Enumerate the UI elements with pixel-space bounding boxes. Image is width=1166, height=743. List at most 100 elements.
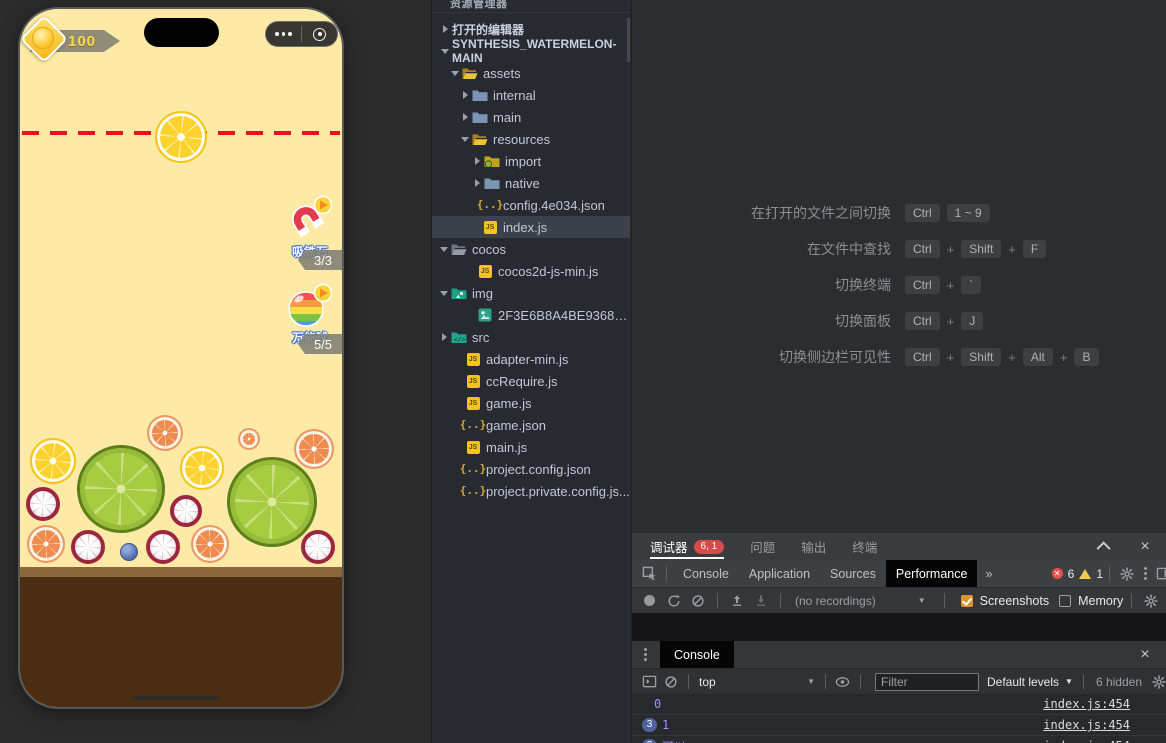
shortcut-keys: Ctrl+J xyxy=(905,312,1099,330)
devtools-settings-button[interactable] xyxy=(1116,563,1138,585)
tree-item-game-json[interactable]: {..}game.json xyxy=(432,414,630,436)
tree-item-index-js[interactable]: JSindex.js xyxy=(432,216,630,238)
tree-item-src[interactable]: </>src xyxy=(432,326,630,348)
tree-item-cocos2d-js-min-js[interactable]: JScocos2d-js-min.js xyxy=(432,260,630,282)
tree-item-label: import xyxy=(505,154,541,169)
plus-separator: + xyxy=(947,350,955,365)
explorer-title: 资源管理器 xyxy=(432,0,630,13)
workspace-root-section[interactable]: SYNTHESIS_WATERMELON-MAIN xyxy=(432,40,630,62)
reload-and-record-button[interactable] xyxy=(663,590,685,612)
capsule-menu-button[interactable] xyxy=(266,22,301,46)
devtools-tab-problems[interactable]: 问题 xyxy=(750,533,775,560)
tree-item-ccrequire-js[interactable]: JSccRequire.js xyxy=(432,370,630,392)
tree-item-main[interactable]: main xyxy=(432,106,630,128)
screenshots-checkbox[interactable] xyxy=(961,595,973,607)
tree-item-label: 2F3E6B8A4BE936870... xyxy=(498,308,630,323)
memory-checkbox[interactable] xyxy=(1059,595,1071,607)
live-expression-button[interactable] xyxy=(832,671,854,693)
close-panel-button[interactable]: × xyxy=(1134,536,1156,558)
drawer-menu-button[interactable] xyxy=(638,644,652,666)
fruit-orange xyxy=(294,429,334,469)
fruit-orange xyxy=(147,415,183,451)
tab-label: 调试器 xyxy=(650,537,688,556)
close-drawer-button[interactable]: × xyxy=(1134,644,1156,666)
clear-recordings-button[interactable] xyxy=(687,590,709,612)
tree-item-label: index.js xyxy=(503,220,547,235)
devtools-menu-button[interactable] xyxy=(1138,563,1152,585)
tree-item-assets[interactable]: assets xyxy=(432,62,630,84)
devtools-tab-output[interactable]: 输出 xyxy=(801,533,826,560)
explorer-scrollbar[interactable] xyxy=(627,18,630,62)
tree-item-internal[interactable]: internal xyxy=(432,84,630,106)
log-levels-select[interactable]: Default levels ▼ xyxy=(987,675,1073,689)
source-location-link[interactable]: index.js:454 xyxy=(1043,718,1130,732)
folder-blue-icon xyxy=(472,110,488,124)
chevron-right-icon xyxy=(438,331,451,343)
hidden-messages-count[interactable]: 6 hidden xyxy=(1096,675,1142,689)
key-chip: Ctrl xyxy=(905,348,940,366)
tree-item-import[interactable]: import xyxy=(432,150,630,172)
tree-item-main-js[interactable]: JSmain.js xyxy=(432,436,630,458)
save-profile-button[interactable] xyxy=(750,590,772,612)
clear-console-button[interactable] xyxy=(660,671,682,693)
console-settings-button[interactable] xyxy=(1148,671,1166,693)
tree-item-game-js[interactable]: JSgame.js xyxy=(432,392,630,414)
panel-tab-console[interactable]: Console xyxy=(673,560,739,587)
chevron-right-icon xyxy=(471,155,484,167)
tree-item-project-config-json[interactable]: {..}project.config.json xyxy=(432,458,630,480)
magnet-icon xyxy=(287,195,333,245)
dock-side-button[interactable] xyxy=(1152,563,1166,585)
tree-item-config-4e034-json[interactable]: {..}config.4e034.json xyxy=(432,194,630,216)
screenshots-label: Screenshots xyxy=(980,594,1049,608)
tree-item-project-private-config-js-[interactable]: {..}project.private.config.js... xyxy=(432,480,630,502)
source-location-link[interactable]: index.js:454 xyxy=(1043,697,1130,711)
key-chip: 1 ~ 9 xyxy=(947,204,990,222)
levels-value: Default levels xyxy=(987,675,1059,689)
magnet-count-text: 3/3 xyxy=(314,253,332,268)
console-drawer-tab[interactable]: Console xyxy=(660,641,734,668)
panel-tab-application[interactable]: Application xyxy=(739,560,820,587)
collapse-panel-button[interactable] xyxy=(1094,536,1116,558)
tree-item-cocos[interactable]: cocos xyxy=(432,238,630,260)
fruit-lime xyxy=(77,445,165,533)
console-filter-input[interactable] xyxy=(875,673,979,691)
imgfile-icon xyxy=(477,308,493,322)
error-icon[interactable]: ✕ xyxy=(1052,568,1063,579)
tree-item-native[interactable]: native xyxy=(432,172,630,194)
error-count[interactable]: 6 xyxy=(1068,567,1075,581)
plus-separator: + xyxy=(947,278,955,293)
warning-count[interactable]: 1 xyxy=(1096,567,1103,581)
tree-item-label: main xyxy=(493,110,521,125)
tree-item-img[interactable]: img xyxy=(432,282,630,304)
inspect-element-button[interactable] xyxy=(638,563,660,585)
devtools-tab-terminal[interactable]: 终端 xyxy=(852,533,877,560)
console-sidebar-button[interactable] xyxy=(638,671,660,693)
tree-item-label: internal xyxy=(493,88,536,103)
shortcut-keys: Ctrl+Shift+Alt+B xyxy=(905,348,1099,366)
load-profile-button[interactable] xyxy=(726,590,748,612)
more-panels-button[interactable]: » xyxy=(977,567,1000,581)
devtools-tab-debugger[interactable]: 调试器 6, 1 xyxy=(650,533,724,560)
panel-tab-sources[interactable]: Sources xyxy=(820,560,886,587)
capsule-close-button[interactable] xyxy=(302,22,337,46)
chevron-right-icon xyxy=(459,111,472,123)
perf-settings-button[interactable] xyxy=(1140,590,1162,612)
warning-icon[interactable] xyxy=(1079,569,1091,579)
exit-target-icon xyxy=(313,28,326,41)
key-chip: Shift xyxy=(961,240,1001,258)
context-select[interactable]: top ▼ xyxy=(699,675,815,689)
record-button[interactable] xyxy=(644,595,655,606)
tree-item-adapter-min-js[interactable]: JSadapter-min.js xyxy=(432,348,630,370)
panel-tab-performance[interactable]: Performance xyxy=(886,560,978,587)
upload-icon xyxy=(730,594,744,608)
dock-side-icon xyxy=(1156,566,1166,581)
error-warning-badge: 6, 1 xyxy=(694,540,725,554)
divider xyxy=(860,674,861,689)
tree-item-resources[interactable]: resources xyxy=(432,128,630,150)
tree-item-2f3e6b8a4be936870-[interactable]: 2F3E6B8A4BE936870... xyxy=(432,304,630,326)
shortcut-label: 切换终端 xyxy=(721,275,891,295)
recordings-select[interactable]: (no recordings) xyxy=(795,594,876,608)
tree-item-label: game.js xyxy=(486,396,532,411)
js-file-icon: JS xyxy=(465,374,481,388)
source-location-link[interactable]: index.js:454 xyxy=(1043,739,1130,743)
